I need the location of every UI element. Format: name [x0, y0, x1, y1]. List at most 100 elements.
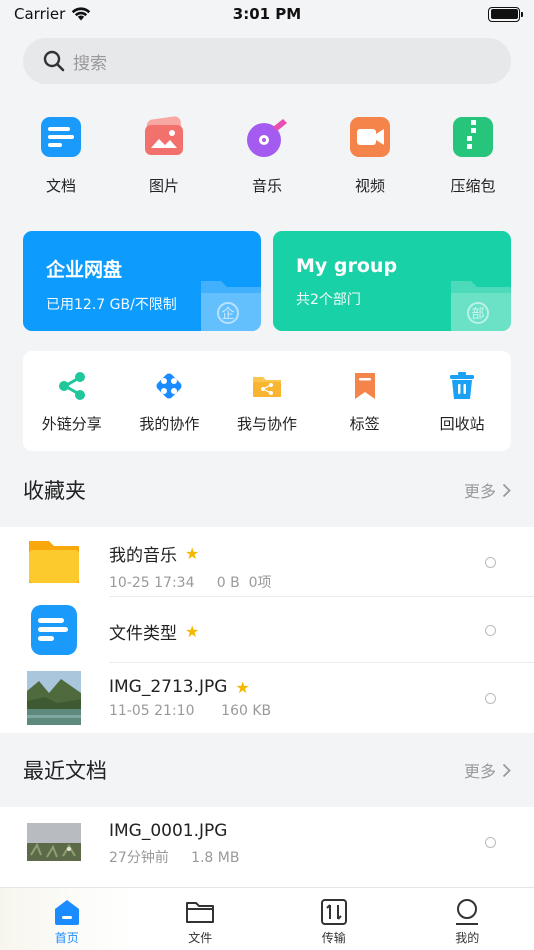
- tab-home[interactable]: 首页: [0, 888, 134, 950]
- recent-list: IMG_0001.JPG 27分钟前 1.8 MB: [0, 807, 534, 887]
- select-radio[interactable]: [485, 836, 496, 848]
- category-row: 文档 图片 音乐 视频 压缩包: [10, 115, 524, 196]
- photo-thumbnail: [27, 823, 81, 861]
- folder-icon: [186, 902, 215, 923]
- file-name: IMG_2713.JPG: [109, 677, 228, 697]
- category-video[interactable]: 视频: [319, 115, 421, 196]
- enterprise-drive-card[interactable]: 企业网盘 已用12.7 GB/不限制 企: [23, 231, 261, 331]
- document-icon: [31, 605, 77, 655]
- file-meta: 11-05 21:10 160 KB: [109, 703, 272, 719]
- select-radio[interactable]: [485, 692, 496, 704]
- action-label: 标签: [349, 415, 380, 433]
- category-label: 文档: [45, 177, 76, 195]
- tab-label: 文件: [188, 931, 213, 945]
- file-name: IMG_0001.JPG: [109, 821, 228, 841]
- svg-text:部: 部: [471, 307, 484, 322]
- action-tags[interactable]: 标签: [316, 351, 414, 451]
- my-group-card[interactable]: My group 共2个部门 部: [273, 231, 511, 331]
- row-name: 文件类型 ★: [109, 619, 199, 644]
- file-name: 文件类型: [109, 624, 177, 644]
- more-label: 更多: [463, 482, 496, 501]
- profile-icon: [456, 899, 479, 925]
- tab-profile[interactable]: 我的: [401, 888, 534, 950]
- category-label: 压缩包: [450, 177, 496, 195]
- drive-cards: 企业网盘 已用12.7 GB/不限制 企 My group 共2个部门 部: [23, 231, 511, 331]
- image-icon: [145, 116, 184, 155]
- select-radio[interactable]: [485, 556, 496, 568]
- chevron-right-icon: [502, 763, 511, 777]
- row-name: IMG_0001.JPG: [109, 821, 239, 841]
- star-icon: ★: [185, 622, 200, 641]
- list-item[interactable]: IMG_0001.JPG 27分钟前 1.8 MB: [0, 807, 534, 877]
- action-label: 回收站: [439, 415, 485, 433]
- category-archives[interactable]: 压缩包: [422, 115, 524, 196]
- category-label: 图片: [148, 177, 179, 195]
- transfer-icon: [320, 899, 347, 925]
- search-icon: [43, 50, 65, 72]
- row-name: 我的音乐 ★: [109, 541, 272, 566]
- select-radio[interactable]: [485, 624, 496, 636]
- section-title: 收藏夹: [23, 479, 86, 503]
- favorites-list: 我的音乐 ★ 10-25 17:34 0 B 0项 文件类型 ★ IMG_271…: [0, 527, 534, 733]
- trash-icon: [450, 372, 475, 399]
- carrier-label: Carrier: [14, 5, 66, 23]
- tab-label: 首页: [54, 931, 79, 945]
- bookmark-icon: [354, 373, 375, 399]
- status-left: Carrier: [14, 5, 91, 23]
- share-icon: [58, 372, 85, 400]
- category-music[interactable]: 音乐: [216, 115, 318, 196]
- svg-text:企: 企: [221, 306, 234, 322]
- video-icon: [350, 117, 390, 157]
- list-item[interactable]: 文件类型 ★: [0, 597, 534, 663]
- music-icon: [247, 119, 287, 157]
- wifi-icon: [72, 7, 91, 21]
- category-label: 音乐: [251, 177, 282, 195]
- file-name: 我的音乐: [109, 546, 177, 566]
- action-label: 我的协作: [139, 415, 200, 433]
- star-icon: ★: [235, 677, 250, 697]
- row-text: 我的音乐 ★ 10-25 17:34 0 B 0项: [109, 541, 272, 592]
- recent-more-link[interactable]: 更多: [464, 758, 511, 782]
- tab-files[interactable]: 文件: [134, 888, 268, 950]
- more-label: 更多: [463, 762, 496, 781]
- category-label: 视频: [354, 177, 385, 195]
- department-folder-icon: 部: [451, 281, 511, 331]
- recent-header: 最近文档 更多: [23, 750, 511, 790]
- action-recycle-bin[interactable]: 回收站: [413, 351, 511, 451]
- row-text: 文件类型 ★: [109, 619, 199, 644]
- list-item[interactable]: IMG_2713.JPG ★ 11-05 21:10 160 KB: [0, 663, 534, 733]
- action-share-link[interactable]: 外链分享: [23, 351, 121, 451]
- tab-label: 传输: [321, 931, 346, 945]
- tab-transfer[interactable]: 传输: [267, 888, 401, 950]
- quick-actions: 外链分享 我的协作 我与协作 标签 回收站: [23, 351, 511, 451]
- shared-folder-icon: [252, 377, 281, 397]
- favorites-more-link[interactable]: 更多: [464, 478, 511, 502]
- file-meta: 10-25 17:34 0 B 0项: [109, 575, 272, 591]
- tab-label: 我的: [455, 931, 480, 945]
- photo-thumbnail: [27, 671, 81, 725]
- category-images[interactable]: 图片: [113, 115, 215, 196]
- search-bar[interactable]: 搜索: [23, 38, 511, 84]
- enterprise-folder-icon: 企: [201, 281, 261, 331]
- document-icon: [41, 117, 81, 157]
- battery-icon: [488, 6, 523, 22]
- action-my-collaboration[interactable]: 我的协作: [121, 351, 219, 451]
- section-title: 最近文档: [23, 759, 107, 783]
- row-name: IMG_2713.JPG ★: [109, 677, 271, 697]
- archive-icon: [453, 117, 493, 157]
- star-icon: ★: [185, 544, 200, 563]
- folder-icon: [29, 541, 79, 583]
- chevron-right-icon: [502, 483, 511, 497]
- favorites-header: 收藏夹 更多: [23, 470, 511, 510]
- list-item[interactable]: 我的音乐 ★ 10-25 17:34 0 B 0项: [0, 527, 534, 597]
- collaboration-icon: [156, 373, 182, 399]
- status-bar: Carrier 3:01 PM: [0, 0, 534, 28]
- home-icon: [54, 900, 79, 925]
- row-text: IMG_0001.JPG 27分钟前 1.8 MB: [109, 821, 239, 867]
- action-label: 外链分享: [41, 415, 102, 433]
- file-meta: 27分钟前 1.8 MB: [109, 850, 240, 866]
- action-label: 我与协作: [236, 415, 297, 433]
- category-documents[interactable]: 文档: [10, 115, 112, 196]
- row-text: IMG_2713.JPG ★ 11-05 21:10 160 KB: [109, 677, 271, 719]
- action-shared-with-me[interactable]: 我与协作: [218, 351, 316, 451]
